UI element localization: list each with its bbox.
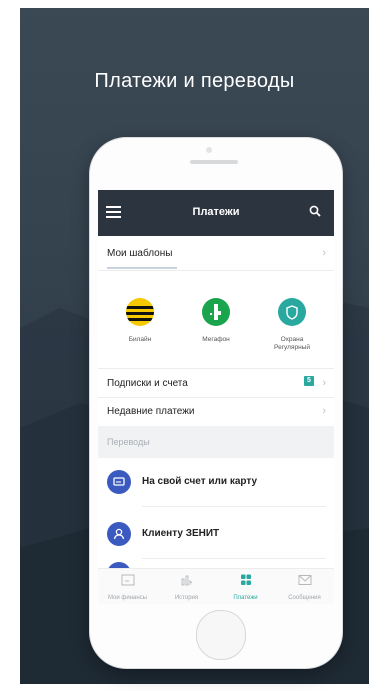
chevron-right-icon: › — [322, 377, 326, 389]
camera — [206, 147, 212, 153]
quick-payment-label-line2: Регулярный — [274, 344, 310, 351]
screen-title: Платежи — [192, 206, 240, 218]
wallet-icon — [121, 574, 134, 586]
quick-payment-label: Билайн — [128, 336, 152, 343]
quick-payment-label: Охрана Регулярный — [262, 336, 322, 352]
divider — [142, 558, 326, 559]
shield-icon — [278, 298, 306, 326]
bottom-tab-bar: Мои финансы История Платежи Сообщения — [98, 568, 334, 604]
subscriptions-count-badge: 5 — [304, 376, 314, 386]
chevron-right-icon: › — [322, 405, 326, 417]
transfer-own-account[interactable]: На свой счет или карту — [98, 460, 334, 506]
tab-label: Сообщения — [288, 595, 321, 601]
app-bar: Платежи — [98, 190, 334, 236]
divider — [142, 506, 326, 507]
subscriptions-label: Подписки и счета — [107, 378, 188, 389]
transfer-zenit-client[interactable]: Клиенту ЗЕНИТ — [98, 512, 334, 558]
transfers-section-label: Переводы — [107, 437, 150, 447]
recent-payments-row[interactable]: Недавние платежи › — [98, 397, 334, 427]
user-icon — [107, 522, 131, 546]
tab-label: Платежи — [233, 595, 258, 601]
phone-frame: Платежи Мои шаблоны › Билайн Мегафон Охр… — [90, 138, 342, 668]
envelope-icon — [298, 575, 311, 585]
card-transfer-icon — [107, 470, 131, 494]
tab-my-finances[interactable]: Мои финансы — [98, 573, 157, 601]
tab-messages[interactable]: Сообщения — [275, 573, 334, 601]
transfers-section-header: Переводы — [98, 426, 334, 458]
tab-label: История — [174, 595, 199, 601]
tab-label: Мои финансы — [108, 595, 147, 601]
home-button[interactable] — [196, 610, 246, 660]
transfer-zenit-client-label: Клиенту ЗЕНИТ — [142, 528, 220, 539]
transfer-own-account-label: На свой счет или карту — [142, 476, 258, 487]
quick-payment-label-line1: Охрана — [280, 336, 304, 343]
promo-title: Платежи и переводы — [94, 70, 295, 92]
subscriptions-row[interactable]: Подписки и счета 5 › — [98, 368, 334, 398]
app-screen: Платежи Мои шаблоны › Билайн Мегафон Охр… — [98, 190, 334, 604]
grid-icon — [240, 574, 251, 585]
tab-payments[interactable]: Платежи — [216, 573, 275, 601]
speaker — [190, 160, 238, 164]
templates-label: Мои шаблоны — [107, 248, 173, 259]
quick-payment-label: Мегафон — [202, 336, 230, 343]
quick-payment-security[interactable]: Охрана Регулярный — [262, 298, 322, 352]
chevron-right-icon: › — [322, 247, 326, 259]
recent-payments-label: Недавние платежи — [107, 406, 195, 417]
beeline-logo-icon — [126, 298, 154, 326]
tab-history[interactable]: История — [157, 573, 216, 601]
quick-payment-megafon[interactable]: Мегафон — [186, 298, 246, 344]
history-chart-icon — [181, 575, 192, 586]
templates-row[interactable]: Мои шаблоны › — [98, 236, 334, 271]
templates-underline — [107, 267, 177, 269]
megafon-logo-icon — [202, 298, 230, 326]
quick-payment-beeline[interactable]: Билайн — [110, 298, 170, 344]
search-icon[interactable] — [308, 204, 322, 218]
